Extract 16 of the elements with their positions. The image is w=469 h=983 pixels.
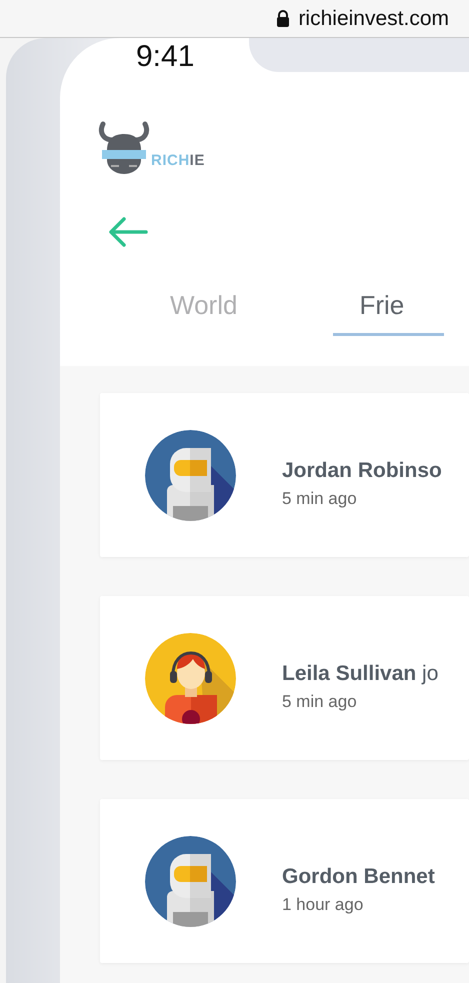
astronaut-avatar-icon bbox=[145, 836, 236, 926]
logo-text: RICHIE bbox=[151, 150, 205, 170]
timestamp: 5 min ago bbox=[282, 691, 358, 713]
url-text: richieinvest.com bbox=[298, 6, 449, 32]
timestamp: 5 min ago bbox=[282, 488, 358, 510]
status-time: 9:41 bbox=[135, 39, 194, 72]
back-arrow-icon[interactable] bbox=[108, 216, 148, 248]
lock-icon bbox=[276, 10, 290, 27]
activity-text: Leila Sullivan jo bbox=[282, 660, 438, 686]
tab[interactable]: Frie bbox=[333, 286, 444, 336]
person-avatar-icon bbox=[145, 632, 236, 724]
activity-text: Jordan Robinso bbox=[282, 458, 442, 484]
bull-logo-icon bbox=[97, 120, 151, 176]
activity-text: Gordon Bennet bbox=[282, 864, 435, 890]
timestamp: 1 hour ago bbox=[282, 894, 364, 916]
astronaut-avatar-icon bbox=[145, 430, 236, 520]
